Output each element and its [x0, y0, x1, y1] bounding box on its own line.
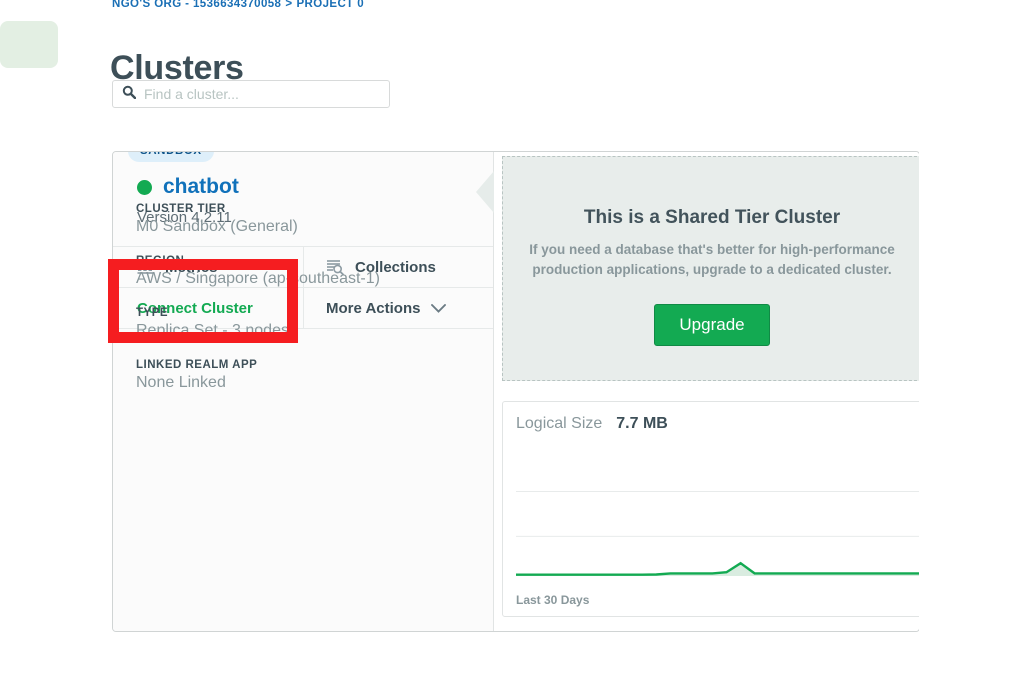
- upgrade-panel-body: If you need a database that's better for…: [503, 240, 921, 280]
- detail-label: LINKED REALM APP: [136, 359, 380, 371]
- viewport-right-clip: [919, 0, 1032, 692]
- breadcrumb-org[interactable]: NGO'S ORG - 1536634370058: [112, 0, 281, 10]
- chevron-down-icon: [431, 300, 446, 317]
- status-dot-icon: [137, 180, 152, 195]
- detail-value: None Linked: [136, 374, 380, 392]
- shared-tier-upgrade-panel: This is a Shared Tier Cluster If you nee…: [502, 156, 922, 381]
- breadcrumb[interactable]: NGO'S ORG - 1536634370058 > PROJECT 0: [112, 0, 364, 10]
- upgrade-panel-title: This is a Shared Tier Cluster: [503, 207, 921, 229]
- chart-metric-value: 7.7 MB: [616, 415, 668, 433]
- search-input[interactable]: [144, 81, 389, 107]
- search-cluster-box[interactable]: [112, 80, 390, 108]
- logical-size-sparkline: [516, 448, 923, 576]
- detail-item: CLUSTER TIER M0 Sandbox (General): [136, 203, 380, 236]
- sidebar-highlight-chip: [0, 21, 58, 68]
- cluster-name-row[interactable]: chatbot: [137, 175, 239, 199]
- detail-item: LINKED REALM APP None Linked: [136, 359, 380, 392]
- search-icon: [122, 85, 136, 104]
- card-notch-arrow: [476, 171, 494, 213]
- chart-time-range-label: Last 30 Days: [516, 593, 589, 607]
- logical-size-chart-panel: Logical Size 7.7 MB Last 30 Days: [502, 401, 922, 617]
- chart-metric-label: Logical Size: [516, 415, 602, 433]
- breadcrumb-project[interactable]: PROJECT 0: [296, 0, 364, 10]
- chart-header: Logical Size 7.7 MB: [503, 402, 921, 433]
- breadcrumb-separator: >: [285, 0, 292, 10]
- upgrade-button[interactable]: Upgrade: [654, 304, 769, 346]
- detail-value: M0 Sandbox (General): [136, 218, 380, 236]
- annotation-highlight-box: [108, 259, 298, 343]
- cluster-name-link[interactable]: chatbot: [163, 175, 239, 199]
- tier-badge: SANDBOX: [128, 151, 214, 162]
- detail-label: CLUSTER TIER: [136, 203, 380, 215]
